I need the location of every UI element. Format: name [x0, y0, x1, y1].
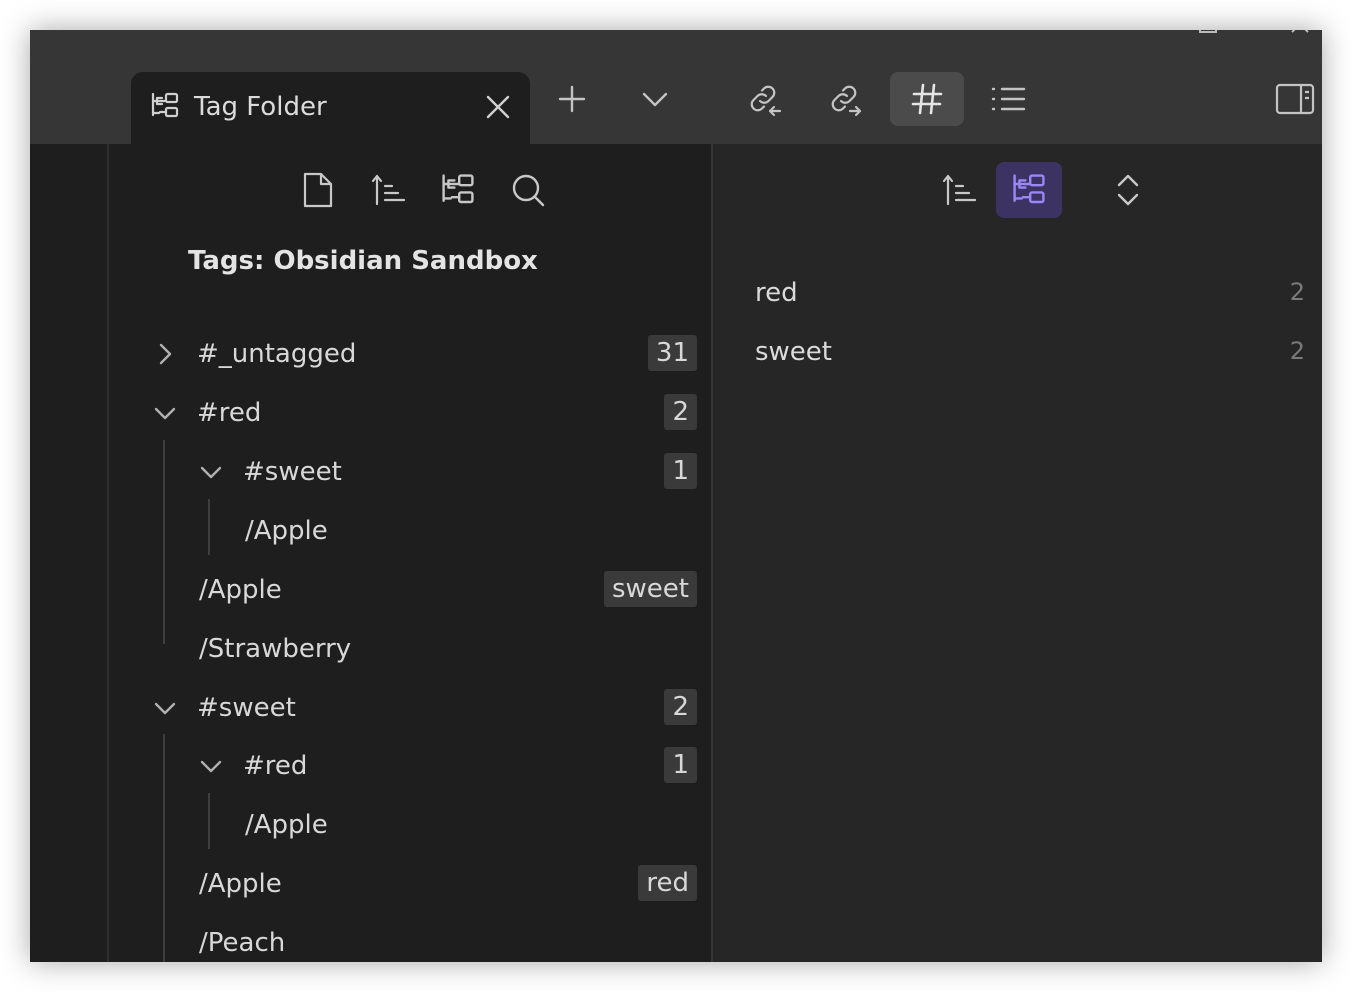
tree-item-sweet-red[interactable]: #red 1: [109, 741, 711, 791]
file-label: /Apple: [245, 810, 328, 840]
close-icon[interactable]: [483, 92, 513, 122]
tab-title: Tag Folder: [194, 92, 327, 122]
count-badge: 31: [647, 335, 697, 371]
new-note-icon[interactable]: [285, 162, 351, 218]
count-badge: 2: [664, 394, 697, 430]
tree-item-untagged[interactable]: #_untagged 31: [109, 329, 711, 379]
tag-count: 2: [1289, 278, 1305, 306]
new-tab-icon[interactable]: [535, 72, 609, 126]
tag-folder-icon[interactable]: [996, 162, 1062, 218]
count-badge: 1: [664, 453, 697, 489]
tree-item-label: #_untagged: [197, 339, 357, 369]
tag-row-red[interactable]: red 2: [755, 272, 1305, 322]
expand-collapse-icon[interactable]: [1096, 162, 1160, 218]
search-icon[interactable]: [495, 162, 561, 218]
tree-file-item[interactable]: /Apple: [109, 800, 711, 850]
tree-file-item[interactable]: /Peach: [109, 918, 711, 962]
tab-tag-folder[interactable]: Tag Folder: [131, 72, 530, 144]
tree-file-item[interactable]: /Apple: [109, 506, 711, 556]
chevron-right-icon[interactable]: [153, 342, 177, 366]
chevron-down-icon[interactable]: [153, 401, 177, 425]
tag-folder-icon[interactable]: [425, 162, 491, 218]
tag-name: red: [755, 278, 798, 308]
chevron-down-icon[interactable]: [199, 460, 223, 484]
chevron-down-icon[interactable]: [153, 696, 177, 720]
tree-item-red-sweet[interactable]: #sweet 1: [109, 447, 711, 497]
chevron-down-icon[interactable]: [199, 754, 223, 778]
count-badge: 2: [664, 689, 697, 725]
right-sidebar-toggle-icon[interactable]: [1258, 72, 1322, 126]
tree-item-sweet[interactable]: #sweet 2: [109, 683, 711, 733]
outgoing-links-icon[interactable]: [808, 72, 882, 126]
pane-heading: Tags: Obsidian Sandbox: [188, 246, 538, 276]
tree-item-label: #sweet: [197, 693, 296, 723]
tags-pane: red 2 sweet 2: [713, 144, 1322, 962]
tag-count: 2: [1289, 337, 1305, 365]
sort-icon[interactable]: [926, 162, 992, 218]
tree-file-item[interactable]: /Apple red: [109, 859, 711, 909]
close-window-icon[interactable]: [1290, 30, 1310, 34]
file-label: /Apple: [199, 575, 282, 605]
file-label: /Apple: [199, 869, 282, 899]
tree-file-item[interactable]: /Apple sweet: [109, 565, 711, 615]
tag-folder-icon: [150, 91, 180, 121]
outline-icon[interactable]: [971, 72, 1045, 126]
tree-item-red[interactable]: #red 2: [109, 388, 711, 438]
app-window: Tag Folder Tags: Obsidian Sandbox #_unta…: [30, 30, 1322, 962]
tree-file-item[interactable]: /Strawberry: [109, 624, 711, 674]
tree-item-label: #red: [243, 751, 308, 781]
count-badge: 1: [664, 747, 697, 783]
tree-item-label: #sweet: [243, 457, 342, 487]
sort-icon[interactable]: [355, 162, 421, 218]
tree-item-label: #red: [197, 398, 262, 428]
tags-icon[interactable]: [890, 72, 964, 126]
tag-name: sweet: [755, 337, 832, 367]
backlinks-icon[interactable]: [727, 72, 801, 126]
tag-folder-pane: Tags: Obsidian Sandbox #_untagged 31 #re…: [109, 144, 711, 962]
file-label: /Peach: [199, 928, 286, 958]
file-label: /Strawberry: [199, 634, 352, 664]
tag-badge: red: [638, 865, 697, 901]
title-bar: Tag Folder: [30, 30, 1322, 144]
maximize-icon[interactable]: [1198, 30, 1218, 34]
file-label: /Apple: [245, 516, 328, 546]
tag-row-sweet[interactable]: sweet 2: [755, 331, 1305, 381]
tab-list-chevron-icon[interactable]: [618, 72, 692, 126]
tag-badge: sweet: [604, 571, 697, 607]
